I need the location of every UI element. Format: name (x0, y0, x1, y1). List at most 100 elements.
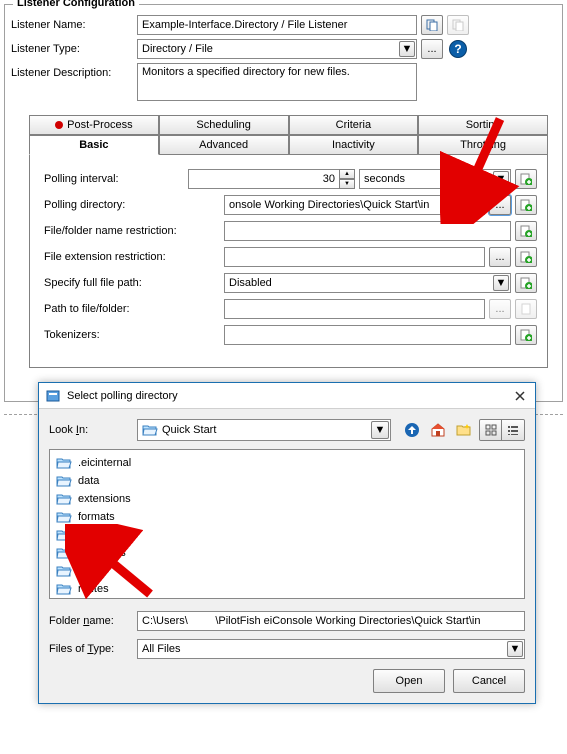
folder-icon (56, 565, 72, 578)
folder-entry-in[interactable]: in (56, 526, 518, 544)
folder-icon (56, 493, 72, 506)
foldername-label: Folder name: (49, 615, 137, 627)
folder-entry-.eicinternal[interactable]: .eicinternal (56, 454, 518, 472)
grid-icon (485, 424, 497, 436)
folder-entry-extensions[interactable]: extensions (56, 490, 518, 508)
folder-entry-label: .eicinternal (76, 457, 133, 469)
tab-criteria[interactable]: Criteria (289, 115, 419, 135)
polling-interval-input[interactable] (188, 169, 340, 189)
folder-entry-data[interactable]: data (56, 472, 518, 490)
tab-basic[interactable]: Basic (29, 135, 159, 155)
dialog-title: Select polling directory (67, 390, 511, 402)
list-icon (507, 424, 519, 436)
polling-dir-input[interactable] (224, 195, 485, 215)
tab-scheduling[interactable]: Scheduling (159, 115, 289, 135)
path-input[interactable] (224, 299, 485, 319)
arrow-up-icon (404, 422, 420, 438)
chevron-down-icon: ▼ (371, 421, 389, 439)
folder-entry-formats[interactable]: formats (56, 508, 518, 526)
polling-interval-label: Polling interval: (44, 173, 188, 185)
listener-type-select[interactable] (137, 39, 417, 59)
plus-icon (520, 199, 532, 211)
copy-button[interactable] (421, 15, 443, 35)
close-button[interactable] (511, 387, 529, 405)
foldername-input[interactable] (137, 611, 525, 631)
plus-icon (520, 277, 532, 289)
page-icon (520, 303, 532, 315)
ext-restrict-label: File extension restriction: (44, 251, 224, 263)
folder-icon (56, 529, 72, 542)
add-button[interactable] (515, 247, 537, 267)
tokenizers-input[interactable] (224, 325, 511, 345)
spinner-up-icon[interactable]: ▲ (339, 169, 355, 179)
tab-advanced[interactable]: Advanced (159, 135, 289, 155)
tab-post-process[interactable]: Post-Process (29, 115, 159, 135)
add-button-disabled (515, 299, 537, 319)
file-restrict-input[interactable] (224, 221, 511, 241)
up-button[interactable] (401, 419, 423, 441)
filetype-label: Files of Type: (49, 643, 137, 655)
folder-icon (56, 583, 72, 596)
plus-icon (520, 329, 532, 341)
icon-view-button[interactable] (480, 420, 502, 440)
lookin-label: Look In: (49, 424, 137, 436)
listener-desc-textarea[interactable]: Monitors a specified directory for new f… (137, 63, 417, 101)
copy-button-disabled (447, 15, 469, 35)
tokenizers-label: Tokenizers: (44, 329, 224, 341)
filetype-select[interactable] (137, 639, 525, 659)
folder-entry-interfaces[interactable]: interfaces (56, 544, 518, 562)
browse-button[interactable]: ... (489, 247, 511, 267)
browse-polling-dir-button[interactable]: ... (489, 195, 511, 215)
ext-restrict-input[interactable] (224, 247, 485, 267)
list-view-button[interactable] (502, 420, 524, 440)
tab-sorting[interactable]: Sorting (418, 115, 548, 135)
path-label: Path to file/folder: (44, 303, 224, 315)
lookin-select[interactable]: Quick Start ▼ (137, 419, 391, 441)
help-icon[interactable]: ? (449, 40, 467, 58)
copy-icon (426, 19, 438, 31)
polling-interval-unit-select[interactable] (359, 169, 511, 189)
add-button[interactable] (515, 221, 537, 241)
spinner-down-icon[interactable]: ▼ (339, 179, 355, 189)
file-restrict-label: File/folder name restriction: (44, 225, 224, 237)
folder-entry-lib[interactable]: lib (56, 562, 518, 580)
home-button[interactable] (427, 419, 449, 441)
add-button[interactable] (515, 273, 537, 293)
add-button[interactable] (515, 195, 537, 215)
add-button[interactable] (515, 169, 537, 189)
tabs-row-2: Basic Advanced Inactivity Throttling (29, 135, 548, 155)
listener-name-input[interactable] (137, 15, 417, 35)
polling-interval-spinner[interactable]: ▲ ▼ (339, 169, 355, 189)
lookin-value: Quick Start (162, 424, 216, 436)
tab-throttling[interactable]: Throttling (418, 135, 548, 155)
folder-open-icon (142, 423, 158, 437)
add-button[interactable] (515, 325, 537, 345)
tab-inactivity[interactable]: Inactivity (289, 135, 419, 155)
bullet-icon (55, 121, 63, 129)
select-polling-dir-dialog: Select polling directory Look In: Quick … (38, 382, 536, 704)
fullpath-select[interactable] (224, 273, 511, 293)
folder-icon (56, 547, 72, 560)
folder-entry-label: extensions (76, 493, 133, 505)
copy-icon (452, 19, 464, 31)
folder-entry-label: lib (76, 565, 91, 577)
fieldset-legend: Listener Configuration (13, 0, 139, 9)
home-icon (430, 422, 446, 438)
app-icon (45, 388, 61, 404)
plus-icon (520, 251, 532, 263)
cancel-button[interactable]: Cancel (453, 669, 525, 693)
new-folder-button[interactable] (453, 419, 475, 441)
folder-icon (56, 511, 72, 524)
folder-entry-label: interfaces (76, 547, 128, 559)
polling-dir-label: Polling directory: (44, 199, 224, 211)
tabs-row-1: Post-Process Scheduling Criteria Sorting (29, 115, 548, 135)
plus-icon (520, 225, 532, 237)
browse-button[interactable]: ... (421, 39, 443, 59)
file-list[interactable]: .eicinternal data extensions formatsin inter… (49, 449, 525, 599)
new-folder-icon (456, 423, 472, 437)
folder-entry-routes[interactable]: routes (56, 580, 518, 598)
close-icon (514, 390, 526, 402)
folder-entry-label: data (76, 475, 101, 487)
open-button[interactable]: Open (373, 669, 445, 693)
folder-icon (56, 475, 72, 488)
